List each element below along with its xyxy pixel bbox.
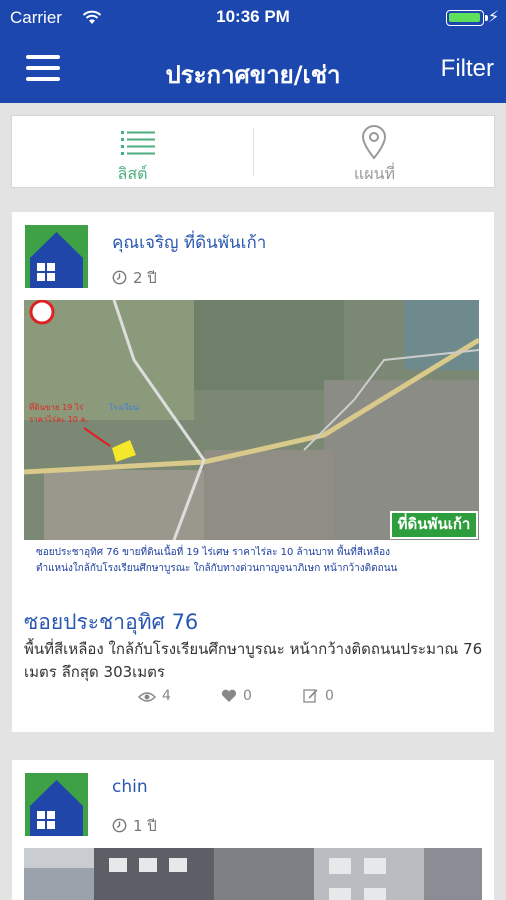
views-stat: 4 <box>137 688 171 704</box>
post-age: 1 ปี <box>112 814 157 838</box>
watermark-logo: ที่ดินพันเก้า <box>390 511 478 539</box>
listing-stats: 4 0 0 <box>12 688 494 710</box>
battery-icon <box>446 10 488 26</box>
post-age-text: 1 ปี <box>133 817 157 835</box>
tab-list[interactable]: ลิสต์ <box>12 116 253 187</box>
likes-stat[interactable]: 0 <box>221 688 252 704</box>
listing-card[interactable]: chin 1 ปี <box>12 760 494 900</box>
clock-icon <box>112 270 127 285</box>
building-photo-graphic <box>24 848 482 900</box>
image-caption-line-2: ตำแหน่งใกล้กับโรงเรียนศึกษาบูรณะ ใกล้กับ… <box>36 563 398 574</box>
avatar-house-icon <box>25 225 88 288</box>
app-header: Carrier 10:36 PM ⚡ ประกาศขาย/เช่า Filter <box>0 0 506 103</box>
listing-description: พื้นที่สีเหลือง ใกล้กับโรงเรียนศึกษาบูรณ… <box>24 640 483 681</box>
filter-button[interactable]: Filter <box>441 55 494 83</box>
listing-building-photo[interactable] <box>24 848 482 900</box>
likes-count: 0 <box>243 688 252 704</box>
edit-note-icon <box>303 689 318 703</box>
comments-count: 0 <box>325 688 334 704</box>
clock-time: 10:36 PM <box>216 7 290 26</box>
svg-text:ราคาไร่ละ 10 ล.: ราคาไร่ละ 10 ล. <box>29 415 88 424</box>
view-mode-segmented-control: ลิสต์ แผนที่ <box>11 115 495 188</box>
poster-name[interactable]: chin <box>112 777 148 797</box>
svg-text:ที่ดินขาย 19 ไร่: ที่ดินขาย 19 ไร่ <box>29 401 84 412</box>
post-age-text: 2 ปี <box>133 269 157 287</box>
tab-map-label: แผนที่ <box>353 164 396 183</box>
listing-title[interactable]: ซอยประชาอุทิศ 76 <box>24 606 198 639</box>
list-icon <box>121 131 155 155</box>
heart-icon <box>221 689 237 702</box>
svg-text:โรงเรียน: โรงเรียน <box>109 402 139 412</box>
listing-card[interactable]: คุณเจริญ ที่ดินพันเก้า 2 ปี ที่ดินขาย 19… <box>12 212 494 732</box>
avatar-house-icon <box>25 773 88 836</box>
eye-icon <box>137 692 157 702</box>
image-caption: ซอยประชาอุทิศ 76 ขายที่ดินเนื้อที่ 19 ไร… <box>24 540 479 584</box>
post-age: 2 ปี <box>112 266 157 290</box>
aerial-map-graphic: ที่ดินขาย 19 ไร่ ราคาไร่ละ 10 ล. โรงเรีย… <box>24 300 479 541</box>
clock-icon <box>112 818 127 833</box>
tab-map[interactable]: แผนที่ <box>254 116 495 187</box>
listing-map-image[interactable]: ที่ดินขาย 19 ไร่ ราคาไร่ละ 10 ล. โรงเรีย… <box>24 300 479 584</box>
charging-bolt-icon: ⚡ <box>488 7 500 26</box>
map-pin-icon <box>361 125 387 160</box>
poster-name[interactable]: คุณเจริญ ที่ดินพันเก้า <box>112 229 266 256</box>
views-count: 4 <box>162 688 171 704</box>
status-bar: Carrier 10:36 PM ⚡ <box>0 0 506 36</box>
image-caption-line-1: ซอยประชาอุทิศ 76 ขายที่ดินเนื้อที่ 19 ไร… <box>36 547 391 558</box>
page-title: ประกาศขาย/เช่า <box>165 61 341 89</box>
tab-list-label: ลิสต์ <box>117 164 148 183</box>
comments-stat[interactable]: 0 <box>303 688 334 704</box>
